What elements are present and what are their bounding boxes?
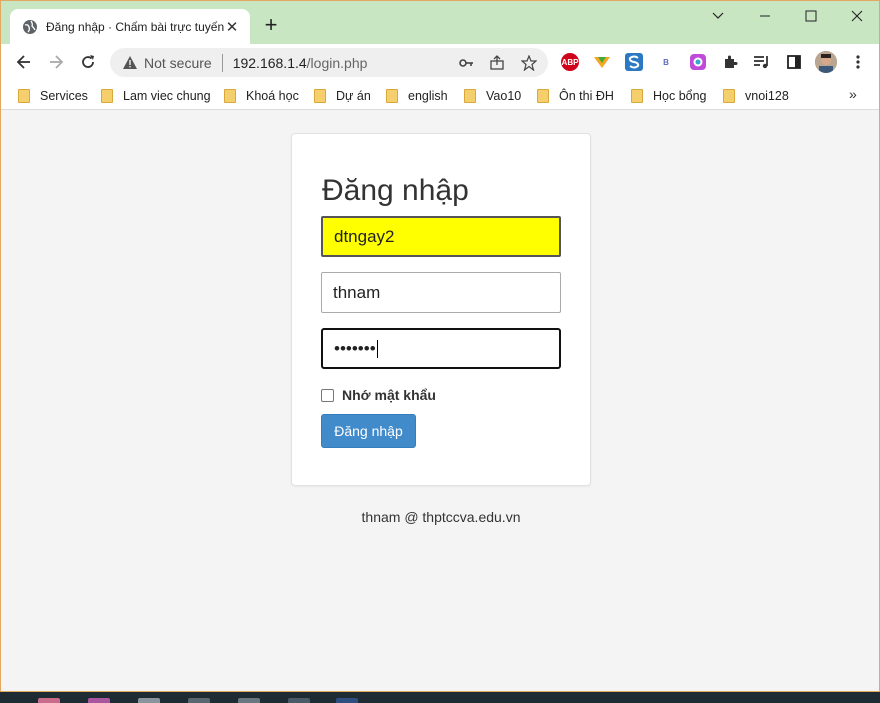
tab-login[interactable]: Đăng nhập · Chấm bài trực tuyến ✕ (10, 9, 250, 44)
login-button[interactable]: Đăng nhập (321, 414, 416, 448)
bookmark-label: Khoá học (246, 88, 299, 103)
page-content: Đăng nhập dtngay2 thnam ••••••• Nhớ mật … (1, 111, 879, 691)
account-input[interactable]: dtngay2 (321, 216, 561, 257)
bookmark-label: Vao10 (486, 88, 522, 103)
bookmark-lam-viec-chung[interactable]: Lam viec chung (101, 87, 211, 104)
reload-button[interactable] (74, 48, 102, 76)
tab-title: Đăng nhập · Chấm bài trực tuyến (46, 19, 224, 34)
remember-label: Nhớ mật khẩu (342, 387, 436, 403)
remember-me[interactable]: Nhớ mật khẩu (321, 387, 436, 403)
bookmark-hoc-bong[interactable]: Học bổng (631, 87, 707, 104)
bookmark-english[interactable]: english (386, 87, 448, 104)
back-button[interactable] (10, 48, 38, 76)
minimize-window-button[interactable] (741, 1, 789, 31)
folder-icon (18, 88, 30, 103)
folder-icon (723, 88, 735, 103)
url-text[interactable]: 192.168.1.4/login.php (233, 55, 368, 71)
folder-icon (314, 88, 326, 103)
bookmark-label: Học bổng (653, 88, 707, 103)
security-label[interactable]: Not secure (144, 55, 212, 71)
taskbar-app-icon[interactable] (138, 698, 160, 703)
maximize-button[interactable] (787, 1, 835, 31)
minimize-button[interactable] (694, 1, 742, 31)
folder-icon (464, 88, 476, 103)
close-window-button[interactable] (833, 1, 879, 31)
taskbar (0, 692, 880, 703)
bookmark-du-an[interactable]: Dự án (314, 87, 371, 104)
folder-icon (101, 88, 113, 103)
bookmark-on-thi-dh[interactable]: Ôn thi ĐH (537, 87, 614, 104)
globe-icon (22, 19, 38, 35)
new-tab-button[interactable]: + (259, 12, 283, 37)
address-bar[interactable]: Not secure 192.168.1.4/login.php (110, 48, 548, 77)
s-extension-icon[interactable] (625, 53, 643, 71)
divider (221, 53, 223, 72)
bookmark-label: Ôn thi ĐH (559, 88, 614, 103)
bookmark-label: Dự án (336, 88, 371, 103)
avatar[interactable] (815, 51, 837, 73)
url-host: 192.168.1.4 (232, 54, 307, 71)
bookmark-services[interactable]: Services (18, 87, 88, 104)
share-icon[interactable] (489, 55, 505, 71)
puzzle-icon[interactable] (721, 53, 739, 71)
taskbar-app-icon[interactable] (336, 698, 358, 703)
page-title: Đăng nhập (322, 174, 469, 207)
bookmark-khoa-hoc[interactable]: Khoá học (224, 87, 299, 104)
warning-icon[interactable] (122, 55, 138, 71)
remember-checkbox[interactable] (321, 388, 334, 402)
adblock-icon[interactable]: ABP (561, 53, 579, 71)
forward-button[interactable] (42, 48, 70, 76)
bookmark-vao10[interactable]: Vao10 (464, 87, 521, 104)
browser-window: Đăng nhập · Chấm bài trực tuyến ✕ + Not … (0, 0, 880, 692)
taskbar-app-icon[interactable] (238, 698, 260, 703)
close-tab-icon[interactable]: ✕ (224, 19, 240, 36)
side-panel-icon[interactable] (785, 53, 803, 71)
star-icon[interactable] (521, 55, 537, 71)
colorful-extension-icon[interactable] (689, 53, 707, 71)
bookmark-label: vnoi128 (745, 88, 789, 103)
bookmark-label: Lam viec chung (123, 88, 211, 103)
folder-icon (386, 88, 398, 103)
login-card: Đăng nhập dtngay2 thnam ••••••• Nhớ mật … (291, 133, 591, 486)
taskbar-app-icon[interactable] (288, 698, 310, 703)
taskbar-app-icon[interactable] (188, 698, 210, 703)
key-icon[interactable] (458, 55, 474, 71)
media-control-icon[interactable] (753, 53, 771, 71)
bookmark-label: Services (40, 88, 88, 103)
username-input[interactable]: thnam (321, 272, 561, 313)
honey-extension-icon[interactable] (593, 53, 611, 71)
taskbar-app-icon[interactable] (88, 698, 110, 703)
bookmark-vnoi128[interactable]: vnoi128 (723, 87, 789, 104)
browser-toolbar: Not secure 192.168.1.4/login.php ABP B (1, 44, 879, 81)
menu-icon[interactable] (849, 53, 867, 71)
folder-icon (537, 88, 549, 103)
text-caret (376, 339, 378, 358)
url-path: /login.php (306, 54, 368, 71)
tab-strip: Đăng nhập · Chấm bài trực tuyến ✕ + (1, 1, 879, 44)
footer-text: thnam @ thptccva.edu.vn (361, 509, 521, 525)
taskbar-app-icon[interactable] (38, 698, 60, 703)
folder-icon (631, 88, 643, 103)
bookmark-label: english (408, 88, 448, 103)
password-input[interactable]: ••••••• (321, 328, 561, 369)
bookmarks-overflow-button[interactable]: » (849, 86, 857, 102)
b-extension-icon[interactable]: B (657, 53, 675, 71)
folder-icon (224, 88, 236, 103)
password-mask: ••••••• (334, 338, 376, 358)
bookmarks-bar: Services Lam viec chung Khoá học Dự án e… (1, 81, 879, 110)
